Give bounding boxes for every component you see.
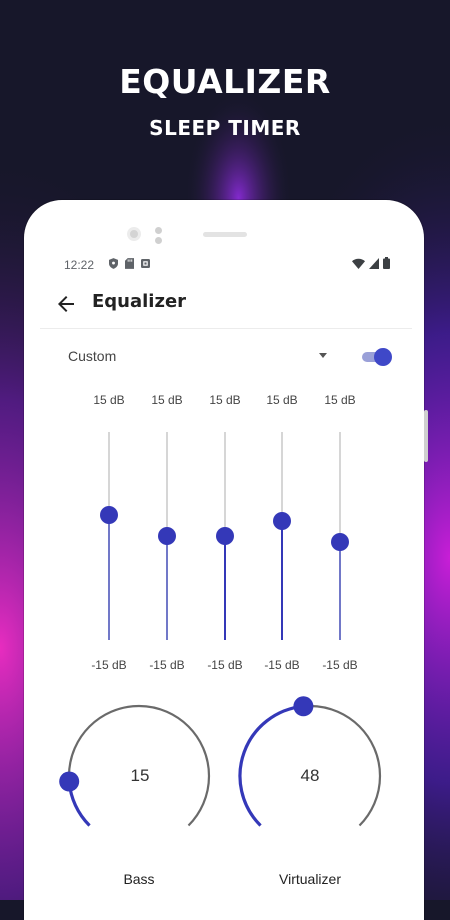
knob-thumb[interactable] [293,696,314,717]
virtualizer-label: Virtualizer [279,871,341,887]
virtualizer-value: 48 [300,766,320,785]
knob-thumb[interactable] [59,771,80,792]
bass-label: Bass [123,871,155,887]
bass-value: 15 [130,766,150,785]
virtualizer-knob[interactable] [238,696,382,827]
rotary-knobs [59,696,382,827]
